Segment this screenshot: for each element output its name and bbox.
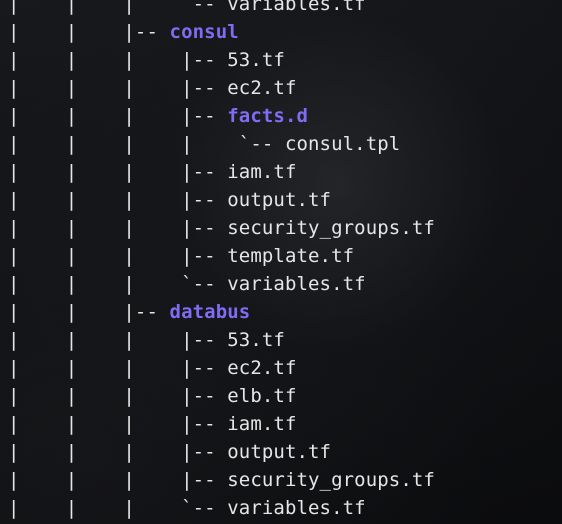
tree-line-file: | | | -- variables.tf bbox=[8, 0, 366, 18]
file-name: security_groups.tf bbox=[227, 469, 435, 491]
tree-line-file: | | | |-- 53.tf bbox=[8, 326, 285, 354]
tree-line-directory: | | |-- consul bbox=[8, 18, 239, 46]
tree-line-file: | | | | `-- consul.tpl bbox=[8, 130, 400, 158]
file-name: output.tf bbox=[227, 189, 332, 211]
tree-prefix: | | | |-- bbox=[8, 161, 228, 183]
file-name: 53.tf bbox=[227, 329, 285, 351]
file-name: 53.tf bbox=[227, 49, 285, 71]
tree-prefix: | | | |-- bbox=[8, 49, 228, 71]
tree-line-directory: | | |-- databus bbox=[8, 298, 250, 326]
tree-prefix: | | | |-- bbox=[8, 217, 228, 239]
tree-prefix: | | | |-- bbox=[8, 189, 228, 211]
tree-line-file: | | | |-- output.tf bbox=[8, 186, 331, 214]
tree-line-file: | | | |-- security_groups.tf bbox=[8, 214, 435, 242]
file-name: consul.tpl bbox=[284, 133, 401, 155]
file-name: template.tf bbox=[227, 245, 355, 267]
tree-prefix: | | | |-- bbox=[8, 357, 228, 379]
file-name: ec2.tf bbox=[227, 357, 297, 379]
tree-prefix: | | | `-- bbox=[8, 497, 228, 519]
tree-line-file: | | | |-- iam.tf bbox=[8, 158, 296, 186]
tree-line-file: | | | `-- variables.tf bbox=[8, 494, 366, 522]
directory-name: facts.d bbox=[227, 105, 309, 127]
file-name: variables.tf bbox=[227, 0, 366, 15]
terminal-window[interactable]: | | | -- variables.tf | | |-- consul | |… bbox=[0, 0, 562, 524]
tree-line-file: | | | `-- variables.tf bbox=[8, 270, 366, 298]
tree-prefix: | | | |-- bbox=[8, 245, 228, 267]
tree-prefix: | | |-- bbox=[8, 301, 170, 323]
file-name: iam.tf bbox=[227, 413, 297, 435]
tree-line-directory: | | | |-- facts.d bbox=[8, 102, 308, 130]
tree-prefix: | | | |-- bbox=[8, 413, 228, 435]
tree-prefix: | | |-- bbox=[8, 21, 170, 43]
tree-prefix: | | | |-- bbox=[8, 77, 228, 99]
file-name: security_groups.tf bbox=[227, 217, 435, 239]
tree-line-file: | | | |-- output.tf bbox=[8, 438, 331, 466]
tree-line-file: | | | |-- ec2.tf bbox=[8, 354, 296, 382]
tree-line-file: | | | |-- 53.tf bbox=[8, 46, 285, 74]
tree-prefix: | | | |-- bbox=[8, 385, 228, 407]
tree-line-file: | | | |-- iam.tf bbox=[8, 410, 296, 438]
file-name: ec2.tf bbox=[227, 77, 297, 99]
tree-prefix: | | | `-- bbox=[8, 273, 228, 295]
tree-prefix: | | | | `-- bbox=[8, 133, 285, 155]
file-name: variables.tf bbox=[227, 497, 366, 519]
tree-prefix: | | | |-- bbox=[8, 105, 228, 127]
tree-prefix: | | | |-- bbox=[8, 329, 228, 351]
file-name: output.tf bbox=[227, 441, 332, 463]
tree-line-file: | | | |-- ec2.tf bbox=[8, 74, 296, 102]
directory-name: databus bbox=[169, 301, 251, 323]
tree-line-file: | | | |-- elb.tf bbox=[8, 382, 296, 410]
file-name: elb.tf bbox=[227, 385, 297, 407]
directory-name: consul bbox=[169, 21, 239, 43]
tree-prefix: | | | -- bbox=[8, 0, 228, 15]
tree-line-file: | | | |-- security_groups.tf bbox=[8, 466, 435, 494]
tree-line-file: | | | |-- template.tf bbox=[8, 242, 354, 270]
tree-prefix: | | | |-- bbox=[8, 441, 228, 463]
file-name: variables.tf bbox=[227, 273, 366, 295]
tree-prefix: | | | |-- bbox=[8, 469, 228, 491]
file-name: iam.tf bbox=[227, 161, 297, 183]
